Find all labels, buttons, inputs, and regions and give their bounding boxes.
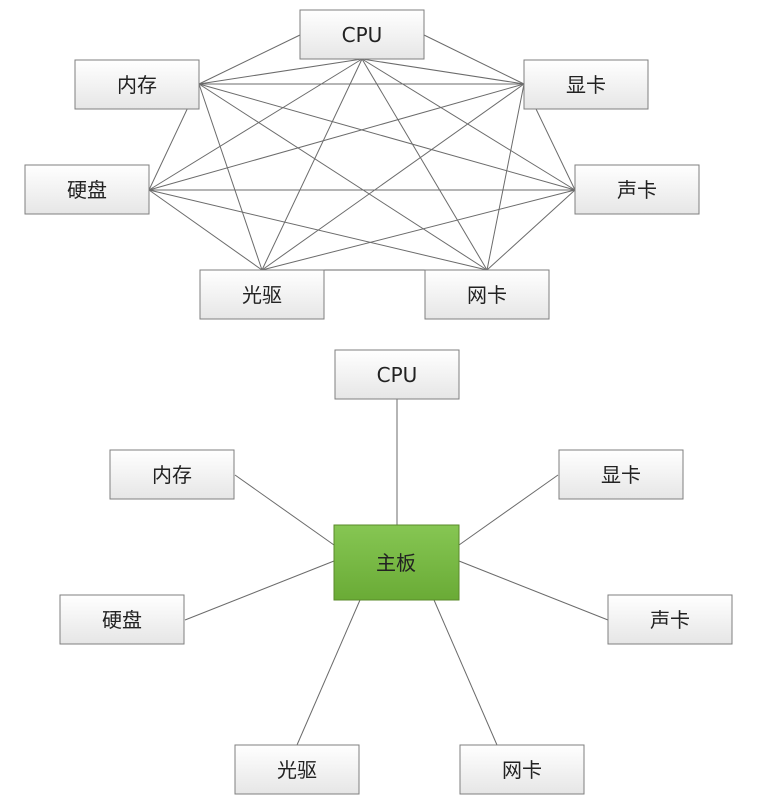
star-diagram: CPU 内存 显卡 硬盘 声卡 光驱 网卡 主板 bbox=[59, 349, 733, 795]
node-label: 内存 bbox=[117, 73, 157, 97]
star-node-cpu: CPU bbox=[334, 349, 460, 400]
node-label: 显卡 bbox=[601, 463, 641, 487]
mesh-connection-line bbox=[261, 189, 576, 271]
mesh-connection-line bbox=[198, 83, 488, 271]
mesh-node-sound-card: 声卡 bbox=[574, 164, 700, 215]
mesh-connection-line bbox=[361, 58, 525, 85]
mesh-node-network-card: 网卡 bbox=[424, 269, 550, 320]
mesh-diagram: CPU 内存 显卡 硬盘 声卡 光驱 网卡 bbox=[24, 9, 700, 320]
mesh-connection-line bbox=[198, 83, 576, 191]
mesh-node-optical-drive: 光驱 bbox=[199, 269, 325, 320]
star-node-sound-card: 声卡 bbox=[607, 594, 733, 645]
node-label: 硬盘 bbox=[102, 608, 142, 632]
node-label: 网卡 bbox=[467, 283, 507, 307]
mesh-connection-line bbox=[148, 189, 488, 271]
star-node-network-card: 网卡 bbox=[459, 744, 585, 795]
mesh-connection-line bbox=[261, 58, 363, 271]
star-node-memory: 内存 bbox=[109, 449, 235, 500]
mesh-connection-line bbox=[148, 83, 525, 191]
mesh-node-cpu: CPU bbox=[299, 9, 425, 60]
node-label: 内存 bbox=[152, 463, 192, 487]
mesh-node-graphics-card: 显卡 bbox=[523, 59, 649, 110]
mesh-connection-line bbox=[486, 83, 525, 271]
node-label: CPU bbox=[342, 23, 383, 47]
computer-components-diagram: CPU 内存 显卡 硬盘 声卡 光驱 网卡 CPU 内存 显卡 硬盘 声卡 光驱… bbox=[24, 9, 733, 795]
mesh-node-hard-disk: 硬盘 bbox=[24, 164, 150, 215]
hub-label: 主板 bbox=[376, 551, 416, 575]
mesh-connection-line bbox=[198, 83, 263, 271]
star-hub-motherboard: 主板 bbox=[333, 524, 460, 601]
node-label: 显卡 bbox=[566, 73, 606, 97]
node-label: 硬盘 bbox=[67, 178, 107, 202]
node-label: 声卡 bbox=[650, 608, 690, 632]
mesh-connection-line bbox=[361, 58, 488, 271]
star-node-graphics-card: 显卡 bbox=[558, 449, 684, 500]
mesh-connection-line bbox=[148, 189, 263, 271]
node-label: 光驱 bbox=[242, 283, 282, 307]
mesh-connections bbox=[148, 34, 576, 271]
star-node-hard-disk: 硬盘 bbox=[59, 594, 185, 645]
star-node-optical-drive: 光驱 bbox=[234, 744, 360, 795]
node-label: 网卡 bbox=[502, 758, 542, 782]
node-label: 声卡 bbox=[617, 178, 657, 202]
node-label: CPU bbox=[377, 363, 418, 387]
mesh-connection-line bbox=[198, 58, 363, 85]
mesh-node-memory: 内存 bbox=[74, 59, 200, 110]
node-label: 光驱 bbox=[277, 758, 317, 782]
